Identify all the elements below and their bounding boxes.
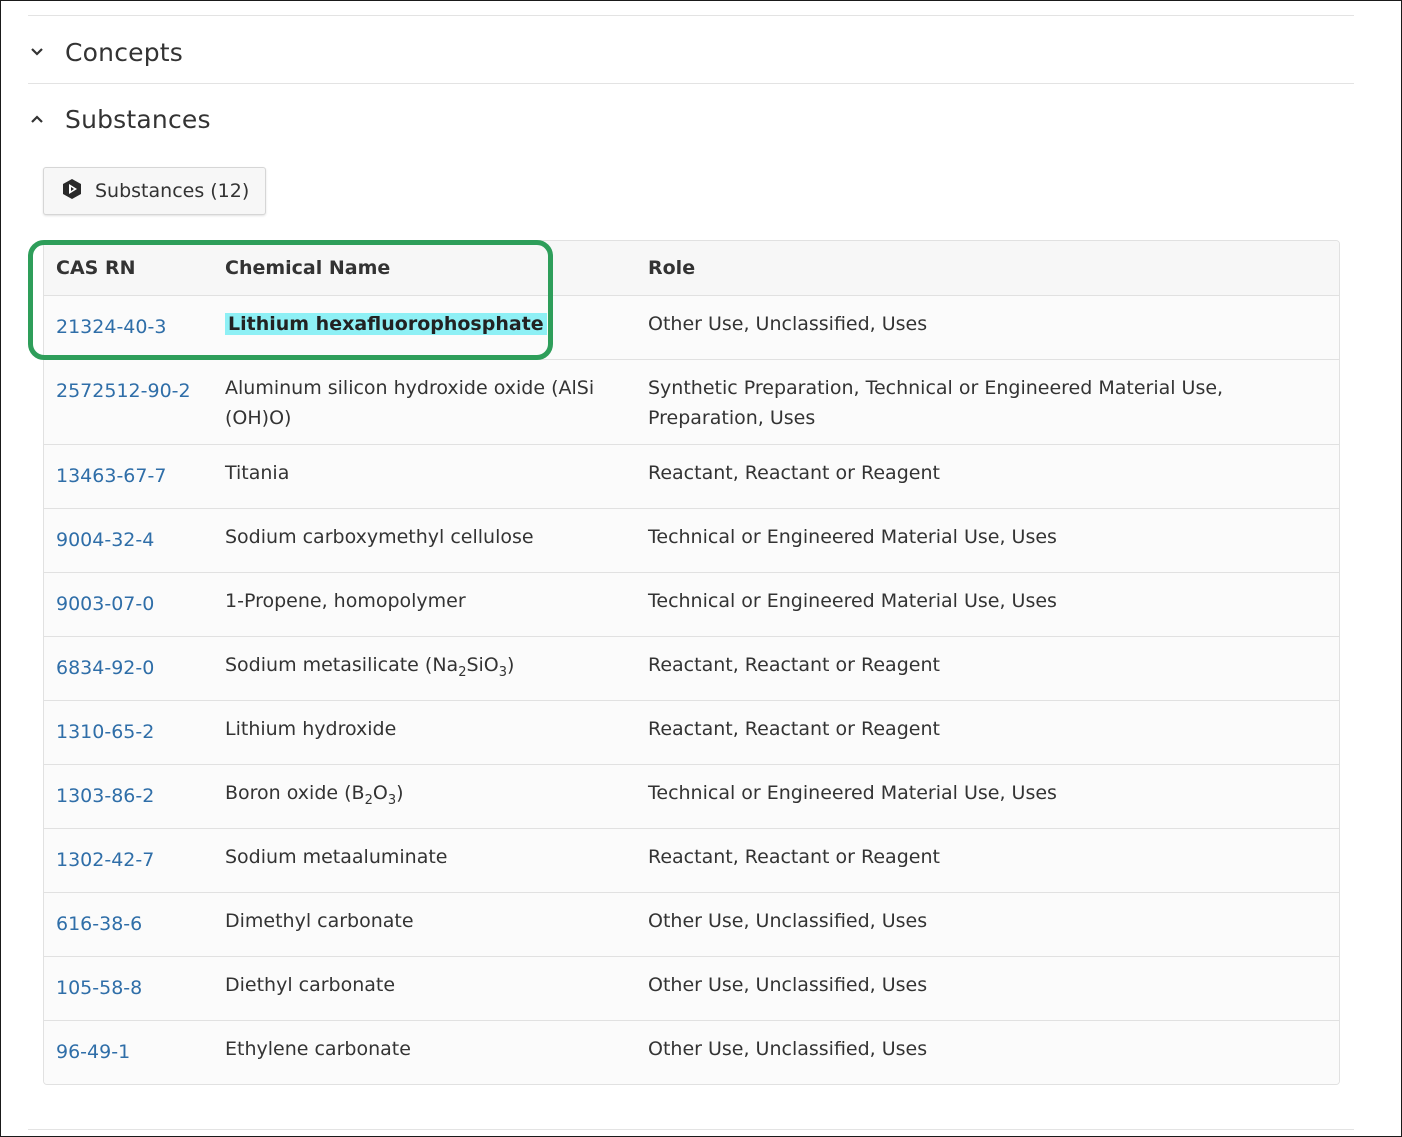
divider xyxy=(28,83,1354,84)
name-part: O xyxy=(372,782,388,804)
cas-link[interactable]: 9004-32-4 xyxy=(56,525,154,555)
chemical-name: Sodium metasilicate (Na2SiO3) xyxy=(225,650,625,680)
chemical-name: Aluminum silicon hydroxide oxide (AlSi(O… xyxy=(225,377,595,429)
section-header-concepts[interactable]: Concepts xyxy=(28,20,1354,84)
column-header-role: Role xyxy=(648,257,696,279)
role: Other Use, Unclassified, Uses xyxy=(648,974,928,996)
table-row: 9004-32-4 Sodium carboxymethyl cellulose… xyxy=(44,509,1339,573)
chemical-name: Lithium hydroxide xyxy=(225,718,397,740)
divider xyxy=(28,1129,1354,1130)
chemical-name: Lithium hexafluorophosphate xyxy=(225,309,625,339)
role: Technical or Engineered Material Use, Us… xyxy=(648,782,1057,804)
role: Other Use, Unclassified, Uses xyxy=(648,1038,928,1060)
role: Other Use, Unclassified, Uses xyxy=(648,313,928,335)
table-row: 13463-67-7 Titania Reactant, Reactant or… xyxy=(44,445,1339,509)
cas-link[interactable]: 2572512-90-2 xyxy=(56,376,191,406)
role: Reactant, Reactant or Reagent xyxy=(648,718,940,740)
chemical-name: Titania xyxy=(225,462,290,484)
cas-link[interactable]: 616-38-6 xyxy=(56,909,142,939)
cas-link[interactable]: 13463-67-7 xyxy=(56,461,166,491)
table-row: 2572512-90-2 Aluminum silicon hydroxide … xyxy=(44,360,1339,445)
chemical-name: 1-Propene, homopolymer xyxy=(225,590,466,612)
cas-link[interactable]: 1310-65-2 xyxy=(56,717,154,747)
name-part: ) xyxy=(396,782,404,804)
chemical-name: Diethyl carbonate xyxy=(225,974,396,996)
table-row: 96-49-1 Ethylene carbonate Other Use, Un… xyxy=(44,1021,1339,1084)
chemical-name: Dimethyl carbonate xyxy=(225,910,414,932)
role: Synthetic Preparation, Technical or Engi… xyxy=(648,377,1224,429)
table-row: 105-58-8 Diethyl carbonate Other Use, Un… xyxy=(44,957,1339,1021)
cas-link[interactable]: 1303-86-2 xyxy=(56,781,154,811)
cas-link[interactable]: 1302-42-7 xyxy=(56,845,154,875)
name-part: Boron oxide (B xyxy=(225,782,365,804)
role: Reactant, Reactant or Reagent xyxy=(648,654,940,676)
chemical-name: Sodium metaaluminate xyxy=(225,846,448,868)
table-row: 1310-65-2 Lithium hydroxide Reactant, Re… xyxy=(44,701,1339,765)
cas-link[interactable]: 21324-40-3 xyxy=(56,312,166,342)
cas-link[interactable]: 6834-92-0 xyxy=(56,653,154,683)
highlighted-chemical-name: Lithium hexafluorophosphate xyxy=(225,313,547,335)
name-subscript: 3 xyxy=(498,664,508,680)
chemical-name: Sodium carboxymethyl cellulose xyxy=(225,526,534,548)
substances-button-label: Substances (12) xyxy=(95,180,250,202)
section-title-substances: Substances xyxy=(65,104,211,134)
name-part: SiO xyxy=(466,654,499,676)
role: Reactant, Reactant or Reagent xyxy=(648,462,940,484)
table-row: 6834-92-0 Sodium metasilicate (Na2SiO3) … xyxy=(44,637,1339,701)
page-frame: Concepts Substances Substances (12) CAS … xyxy=(0,0,1402,1137)
chemical-name: Boron oxide (B2O3) xyxy=(225,778,625,808)
cas-link[interactable]: 105-58-8 xyxy=(56,973,142,1003)
chevron-up-icon xyxy=(28,110,46,128)
name-part: Sodium metasilicate (Na xyxy=(225,654,459,676)
role: Technical or Engineered Material Use, Us… xyxy=(648,526,1057,548)
name-subscript: 2 xyxy=(364,792,373,808)
table-header-row: CAS RN Chemical Name Role xyxy=(44,241,1339,296)
section-header-substances[interactable]: Substances xyxy=(28,87,1354,151)
column-header-cas: CAS RN xyxy=(56,257,136,279)
table-row: 9003-07-0 1-Propene, homopolymer Technic… xyxy=(44,573,1339,637)
role: Other Use, Unclassified, Uses xyxy=(648,910,928,932)
role: Reactant, Reactant or Reagent xyxy=(648,846,940,868)
name-part: ) xyxy=(507,654,515,676)
chevron-down-icon xyxy=(28,43,46,61)
section-title-concepts: Concepts xyxy=(65,37,184,67)
substance-hexagon-icon xyxy=(62,178,82,204)
table-row: 21324-40-3 Lithium hexafluorophosphate O… xyxy=(44,296,1339,360)
name-subscript: 3 xyxy=(387,792,397,808)
role: Technical or Engineered Material Use, Us… xyxy=(648,590,1057,612)
cas-link[interactable]: 96-49-1 xyxy=(56,1037,130,1067)
table-row: 1302-42-7 Sodium metaaluminate Reactant,… xyxy=(44,829,1339,893)
column-header-chemical-name: Chemical Name xyxy=(225,257,391,279)
table-row: 616-38-6 Dimethyl carbonate Other Use, U… xyxy=(44,893,1339,957)
substances-table: CAS RN Chemical Name Role 21324-40-3 Lit… xyxy=(43,240,1340,1085)
chemical-name: Ethylene carbonate xyxy=(225,1038,411,1060)
substances-button[interactable]: Substances (12) xyxy=(43,167,266,215)
divider xyxy=(28,15,1354,16)
table-row: 1303-86-2 Boron oxide (B2O3) Technical o… xyxy=(44,765,1339,829)
cas-link[interactable]: 9003-07-0 xyxy=(56,589,154,619)
